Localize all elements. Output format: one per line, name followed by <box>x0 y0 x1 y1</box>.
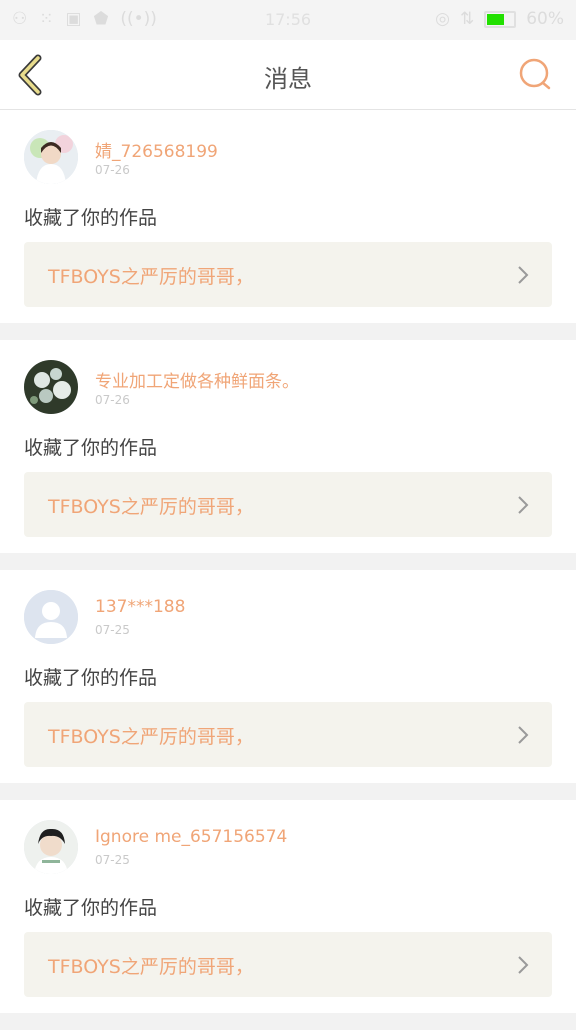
top-nav-bar: 消息 <box>0 40 576 110</box>
username[interactable]: 专业加工定做各种鲜面条。 <box>95 367 299 392</box>
work-title: TFBOYS之严厉的哥哥， <box>48 956 254 978</box>
message-date: 07-25 <box>95 853 130 867</box>
message-date: 07-25 <box>95 623 130 637</box>
work-title: TFBOYS之严厉的哥哥， <box>48 726 254 748</box>
work-link[interactable]: TFBOYS之严厉的哥哥， <box>24 242 552 307</box>
action-text: 收藏了你的作品 <box>24 207 158 229</box>
work-title: TFBOYS之严厉的哥哥， <box>48 496 254 518</box>
work-link[interactable]: TFBOYS之严厉的哥哥， <box>24 472 552 537</box>
work-link[interactable]: TFBOYS之严厉的哥哥， <box>24 702 552 767</box>
work-link[interactable]: TFBOYS之严厉的哥哥， <box>24 932 552 997</box>
work-title: TFBOYS之严厉的哥哥， <box>48 266 254 288</box>
search-button[interactable] <box>516 57 556 93</box>
boy-photo-icon <box>24 820 78 874</box>
status-bar: ⚇ ⁙ ▣ ⬟ ((•)) 17:56 ◎ ⇅ 60% <box>0 0 576 40</box>
message-list: 婧_726568199 07-26 收藏了你的作品 TFBOYS之严厉的哥哥， … <box>0 110 576 1030</box>
action-text: 收藏了你的作品 <box>24 437 158 459</box>
message-card: 婧_726568199 07-26 收藏了你的作品 TFBOYS之严厉的哥哥， <box>0 110 576 323</box>
avatar[interactable] <box>24 820 78 874</box>
action-text: 收藏了你的作品 <box>24 667 158 689</box>
battery-fill <box>487 13 504 25</box>
chevron-right-icon <box>518 956 529 974</box>
message-date: 07-26 <box>95 393 130 407</box>
flowers-photo-icon <box>24 360 78 414</box>
battery-icon <box>484 10 517 28</box>
chevron-right-icon <box>518 496 529 514</box>
message-card: 137***188 07-25 收藏了你的作品 TFBOYS之严厉的哥哥， <box>0 570 576 783</box>
search-icon <box>519 58 551 90</box>
message-date: 07-26 <box>95 163 130 177</box>
page-title: 消息 <box>264 65 312 93</box>
message-card: Ignore me_657156574 07-25 收藏了你的作品 TFBOYS… <box>0 800 576 1013</box>
username[interactable]: 137***188 <box>95 597 185 617</box>
wifi-hotspot-icon: ◎ <box>435 9 450 29</box>
battery-percent: 60% <box>526 9 564 29</box>
avatar[interactable] <box>24 590 78 644</box>
chevron-right-icon <box>518 726 529 744</box>
girl-photo-icon <box>24 130 78 184</box>
network-icon: ⇅ <box>459 9 475 29</box>
chevron-right-icon <box>518 266 529 284</box>
avatar[interactable] <box>24 360 78 414</box>
username[interactable]: 婧_726568199 <box>95 137 218 162</box>
message-card: 专业加工定做各种鲜面条。 07-26 收藏了你的作品 TFBOYS之严厉的哥哥， <box>0 340 576 553</box>
avatar[interactable] <box>24 130 78 184</box>
default-person-icon <box>24 590 78 644</box>
status-icons-right: ◎ ⇅ 60% <box>435 9 564 29</box>
action-text: 收藏了你的作品 <box>24 897 158 919</box>
username[interactable]: Ignore me_657156574 <box>95 827 287 847</box>
